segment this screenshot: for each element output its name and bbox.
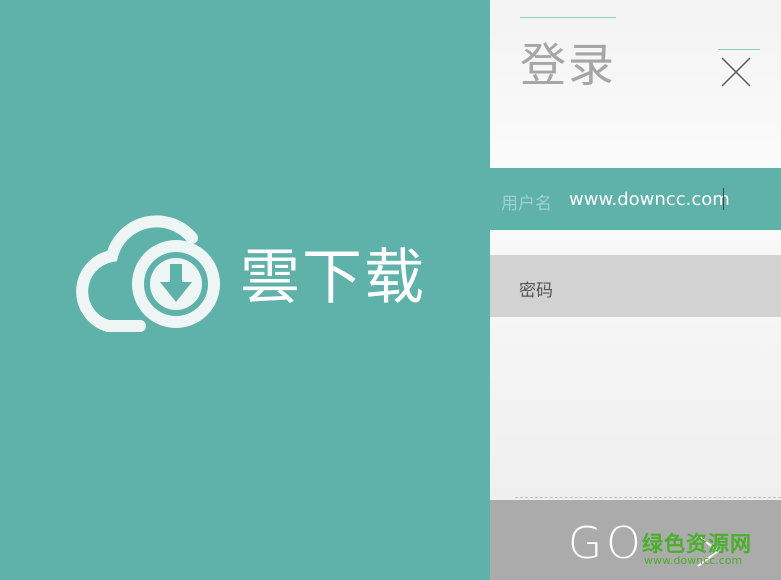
password-label: 密码 <box>519 281 553 301</box>
watermark: 绿色资源网 www.downcc.com <box>642 528 772 572</box>
title-accent-line <box>520 17 616 18</box>
cloud-download-icon <box>76 215 220 332</box>
password-field[interactable]: 密码 <box>490 255 781 317</box>
brand-panel: 雲下载 <box>0 0 490 580</box>
page-title: 登录 <box>520 38 616 92</box>
close-icon[interactable] <box>720 56 752 88</box>
username-row: 用户名 <box>490 168 781 230</box>
username-label: 用户名 <box>501 194 552 214</box>
watermark-url: www.downcc.com <box>644 554 743 567</box>
go-label: GO <box>568 518 645 569</box>
divider <box>515 497 781 499</box>
login-panel: 登录 用户名 密码 GO <box>490 0 781 580</box>
close-accent-line <box>718 49 760 50</box>
text-caret <box>723 188 724 210</box>
username-field[interactable] <box>569 184 769 214</box>
brand-name: 雲下载 <box>240 243 426 313</box>
